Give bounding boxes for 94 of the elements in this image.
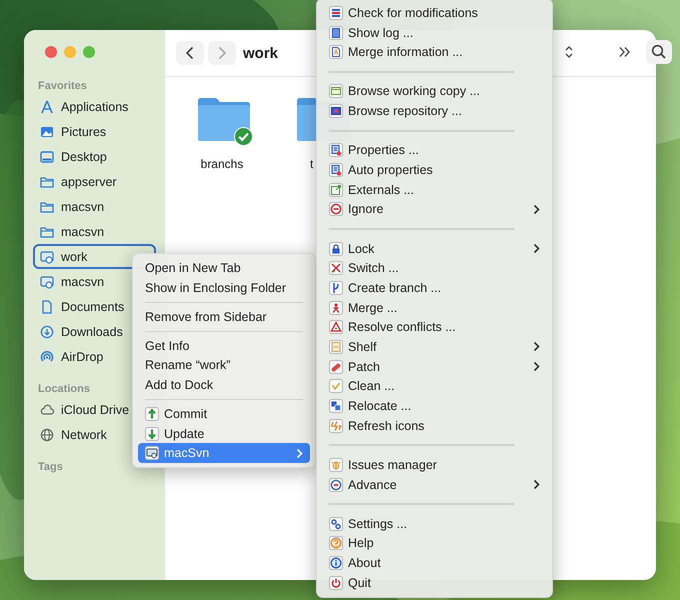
menu-item[interactable]: About [322, 553, 547, 573]
menu-item[interactable]: Commit [138, 404, 310, 424]
monitor-icon [40, 150, 54, 164]
drive-icon [145, 446, 159, 460]
file-name: t [310, 157, 314, 171]
menu-item[interactable]: Patch [322, 356, 547, 376]
menu-item[interactable]: Show log ... [322, 22, 547, 42]
sidebar-item[interactable]: Pictures [33, 119, 156, 144]
menu-item[interactable]: Browse working copy ... [322, 82, 547, 102]
apps-icon [40, 100, 54, 114]
folder-icon [40, 174, 54, 188]
bolt-icon [329, 418, 343, 433]
drive-icon [40, 274, 54, 288]
menu-item[interactable]: Switch ... [322, 258, 547, 278]
window-icon [329, 104, 343, 118]
close-button[interactable] [45, 46, 57, 58]
search-icon [651, 44, 667, 60]
back-button[interactable] [176, 41, 204, 65]
menu-item[interactable]: Remove from Sidebar [138, 306, 310, 326]
branch-icon [329, 280, 343, 295]
download-icon [40, 324, 54, 338]
window-icon [329, 84, 343, 98]
no-entry-icon [329, 202, 343, 216]
menu-item[interactable]: Get Info [138, 336, 310, 356]
menu-item[interactable]: Browse repository ... [322, 101, 547, 121]
stack-icon [329, 399, 343, 414]
back-icon [185, 46, 195, 60]
document-icon [40, 300, 54, 314]
sidebar-item[interactable]: Desktop [33, 144, 156, 169]
sidebar-item[interactable]: macsvn [33, 219, 156, 244]
menu-item[interactable]: Merge ... [322, 298, 547, 318]
sidebar-item[interactable]: macsvn [33, 194, 156, 219]
folder-icon[interactable] [196, 95, 252, 143]
sidebar-item[interactable]: Applications [33, 94, 156, 119]
sidebar-heading: Favorites [37, 79, 88, 94]
more-icon[interactable] [618, 46, 632, 58]
menu-item[interactable]: macSvn [138, 443, 310, 464]
menu-item[interactable]: Issues manager [322, 455, 547, 475]
folder-icon [40, 224, 54, 238]
menu-item[interactable]: Clean ... [322, 376, 547, 396]
list-icon [329, 6, 343, 20]
power-icon [329, 576, 343, 590]
menu-item[interactable]: Lock [322, 238, 547, 258]
menu-item[interactable]: Settings ... [322, 514, 547, 534]
lock-icon [329, 242, 343, 256]
menu-item[interactable]: Properties ... [322, 140, 547, 160]
tick-icon [329, 379, 343, 394]
menu-item[interactable]: Show in Enclosing Folder [138, 278, 310, 298]
box-icon [329, 340, 343, 354]
menu-item[interactable]: Add to Dock [138, 375, 310, 395]
document-icon [329, 45, 343, 60]
globe-icon [40, 428, 54, 442]
menu-item[interactable]: Check for modifications [322, 3, 547, 23]
stepper-icon[interactable] [564, 45, 574, 59]
bug-icon [329, 458, 343, 472]
menu-item[interactable]: Rename “work” [138, 355, 310, 376]
zoom-button[interactable] [83, 46, 95, 58]
folder-icon [40, 200, 54, 214]
menu-item[interactable]: Relocate ... [322, 396, 547, 416]
menu-item[interactable]: Shelf [322, 337, 547, 357]
settings-icon [329, 516, 343, 531]
help-icon [329, 536, 343, 550]
figure-icon [329, 300, 343, 315]
menu-item[interactable]: Advance [322, 474, 547, 494]
warning-icon [329, 320, 343, 334]
bandage-icon [329, 360, 343, 374]
grid-icon [329, 143, 343, 158]
image-icon [40, 124, 54, 138]
cross-arrows-icon [329, 261, 343, 276]
window-title: work [243, 44, 278, 62]
drive-icon [40, 250, 54, 264]
external-link-icon [329, 182, 343, 197]
menu-item[interactable]: Refresh icons [322, 416, 547, 436]
menu-item[interactable]: Update [138, 424, 310, 444]
menu-item[interactable]: Help [322, 534, 547, 554]
menu-item[interactable]: Quit [322, 573, 547, 593]
sidebar-item[interactable]: appserver [33, 169, 156, 194]
signal-icon [40, 350, 54, 364]
down-arrow-icon [145, 426, 159, 441]
up-arrow-icon [145, 406, 159, 421]
info-icon [329, 556, 343, 570]
menu-item[interactable]: Externals ... [322, 180, 547, 200]
document-icon [329, 26, 343, 40]
menu-item[interactable]: Auto properties [322, 160, 547, 180]
menu-item[interactable]: Resolve conflicts ... [322, 317, 547, 338]
menu-item[interactable]: Create branch ... [322, 278, 547, 298]
menu-item[interactable]: Ignore [322, 200, 547, 220]
forward-icon [217, 46, 227, 60]
sidebar-heading: Tags [37, 460, 64, 475]
search-button[interactable] [646, 40, 672, 64]
grid-icon [329, 162, 343, 177]
cloud-icon [40, 402, 54, 416]
menu-item[interactable]: Merge information ... [322, 42, 547, 62]
file-name: branchs [200, 157, 244, 171]
